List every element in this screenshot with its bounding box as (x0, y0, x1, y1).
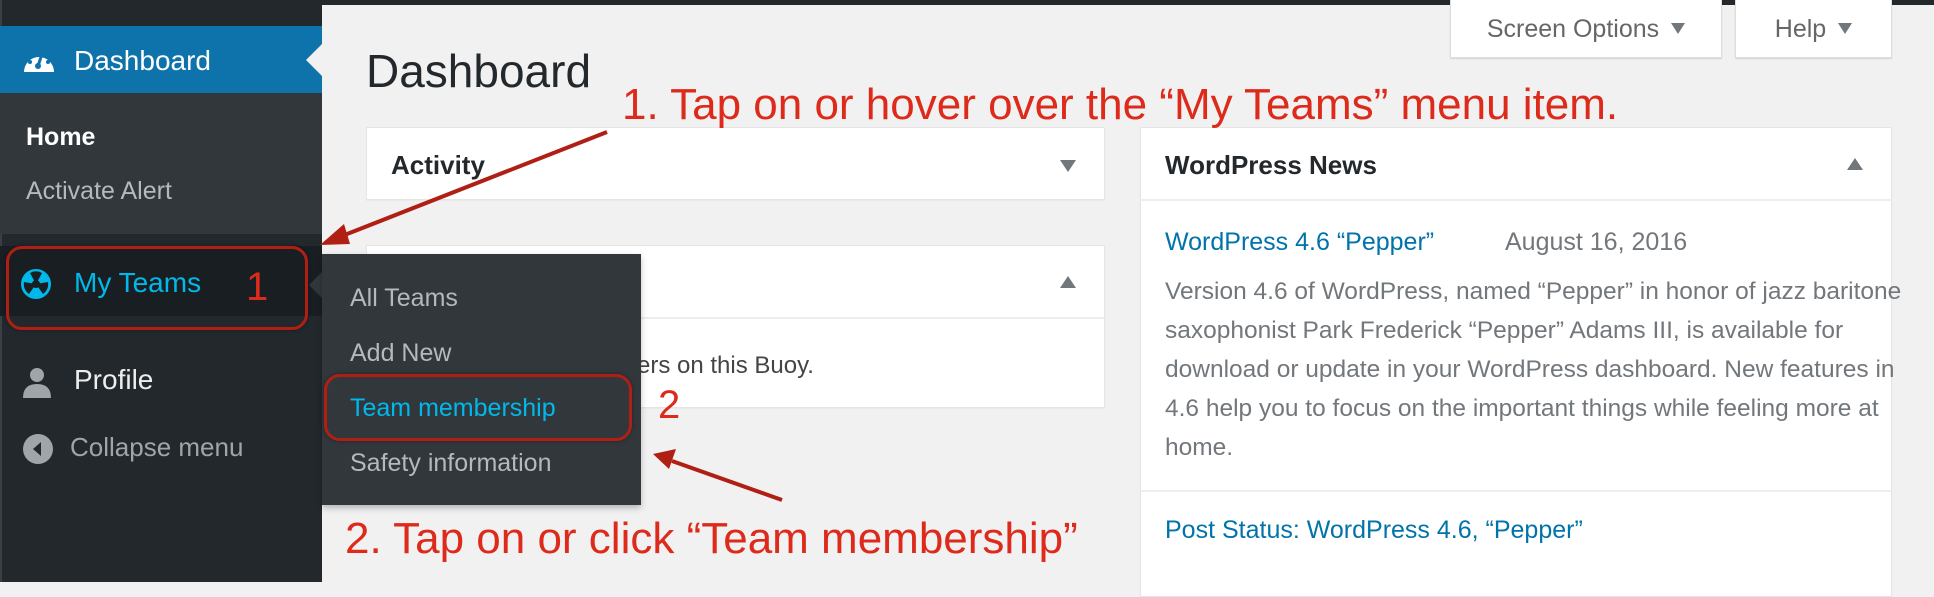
annotation-arrows (320, 130, 783, 502)
arrow-step-2 (653, 449, 783, 502)
arrow-step-1 (320, 130, 608, 245)
